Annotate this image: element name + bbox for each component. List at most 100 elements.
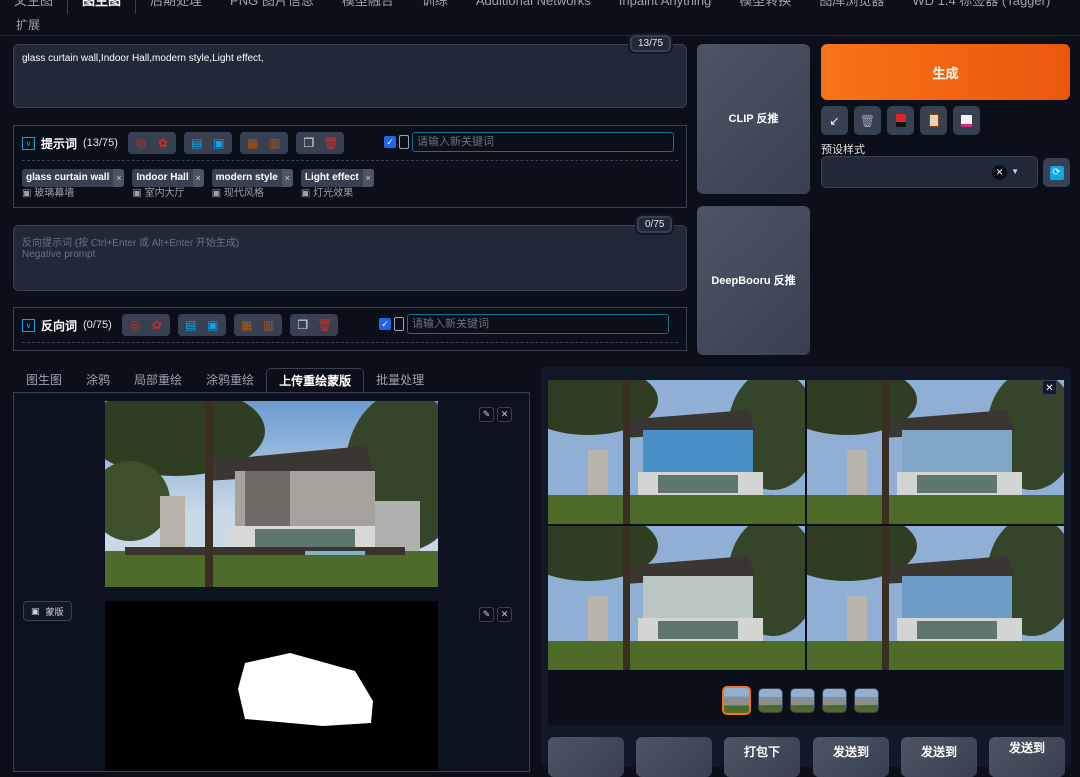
tab-8[interactable]: 模型转换	[725, 0, 805, 14]
translate-cn-icon[interactable]: ▦	[243, 134, 263, 152]
copy-icon[interactable]: ❐	[299, 134, 319, 152]
output-action-button[interactable]: 发送到	[901, 737, 977, 777]
paste-params-button[interactable]: ↙	[821, 106, 848, 135]
remove-tag-icon[interactable]: ×	[113, 169, 125, 187]
remove-tag-icon[interactable]: ×	[362, 169, 374, 187]
tab-9[interactable]: 图库浏览器	[805, 0, 898, 14]
tag-chip[interactable]: Light effect ×	[300, 169, 374, 187]
prompt-tag[interactable]: Light effect × ▣ 灯光效果	[300, 169, 374, 201]
close-icon: ✕	[500, 409, 509, 419]
output-action-button[interactable]: 打包下	[724, 737, 800, 777]
styles-dropdown[interactable]: ✕ ▼	[821, 156, 1038, 188]
tab-1[interactable]: 图生图	[67, 0, 137, 14]
prompt-input[interactable]	[13, 44, 687, 108]
translate-en-icon[interactable]: ▥	[265, 134, 285, 152]
collapse-chevron-icon[interactable]: ∨	[22, 318, 35, 332]
bracket-icon[interactable]	[399, 135, 409, 149]
output-action-button[interactable]: 发送到	[989, 737, 1065, 777]
tag-chip[interactable]: Indoor Hall ×	[132, 169, 204, 187]
tag-text[interactable]: Light effect	[301, 169, 363, 187]
gallery-thumbnail[interactable]	[758, 688, 783, 713]
translate-en-icon[interactable]: ▥	[259, 316, 279, 334]
subtab-4[interactable]: 上传重绘蒙版	[266, 368, 365, 393]
tab-4[interactable]: 模型融合	[328, 0, 408, 14]
remove-tag-icon[interactable]: ×	[192, 169, 204, 187]
globe-translate-icon[interactable]: ◎	[131, 134, 151, 152]
output-action-button[interactable]	[636, 737, 712, 777]
tab-7[interactable]: Inpaint Anything	[605, 0, 726, 14]
remove-mask-button[interactable]: ✕	[497, 607, 512, 622]
subtab-0[interactable]: 图生图	[14, 368, 74, 393]
output-image[interactable]	[548, 526, 805, 670]
refresh-styles-button[interactable]: ⟳	[1043, 158, 1070, 187]
document-icon[interactable]: ▤	[187, 134, 207, 152]
output-action-button[interactable]: 发送到	[813, 737, 889, 777]
clip-interrogate-button[interactable]: CLIP 反推	[697, 44, 810, 194]
trash-icon[interactable]: 🗑	[321, 134, 341, 152]
tab-0[interactable]: 文生图	[0, 0, 67, 14]
output-image[interactable]	[807, 526, 1064, 670]
tab-6[interactable]: Additional Networks	[462, 0, 605, 14]
tab-3[interactable]: PNG 图片信息	[216, 0, 328, 14]
subtab-3[interactable]: 涂鸦重绘	[194, 368, 266, 393]
gallery-thumbnail[interactable]	[722, 686, 751, 715]
mask-label-text: 蒙版	[45, 606, 64, 617]
tag-text[interactable]: glass curtain wall	[22, 169, 113, 187]
apply-style-button[interactable]	[920, 106, 947, 135]
divider	[22, 342, 678, 343]
new-keyword-input[interactable]	[412, 132, 674, 152]
tab-2[interactable]: 后期处理	[136, 0, 216, 14]
gallery-thumbnail[interactable]	[854, 688, 879, 713]
new-keyword-input[interactable]	[407, 314, 669, 334]
tag-text[interactable]: modern style	[212, 169, 282, 187]
save-style-button[interactable]	[953, 106, 980, 135]
subtab-1[interactable]: 涂鸦	[74, 368, 122, 393]
globe-translate-icon[interactable]: ◎	[125, 316, 145, 334]
collapse-chevron-icon[interactable]: ∨	[22, 136, 35, 150]
gallery-thumbnail[interactable]	[822, 688, 847, 713]
tab-10[interactable]: WD 1.4 标签器 (Tagger)	[898, 0, 1064, 14]
bracket-icon[interactable]	[394, 317, 404, 331]
tab-11[interactable]: 设置	[1064, 0, 1080, 14]
gallery-thumbnail[interactable]	[790, 688, 815, 713]
enable-checkbox[interactable]: ✓	[379, 318, 391, 330]
clear-icon[interactable]: ✕	[992, 165, 1007, 180]
edit-image-button[interactable]: ✎	[479, 407, 494, 422]
remove-image-button[interactable]: ✕	[497, 407, 512, 422]
tab-5[interactable]: 训练	[408, 0, 462, 14]
source-image[interactable]	[85, 386, 465, 587]
trash-icon[interactable]: 🗑	[315, 316, 335, 334]
edit-mask-button[interactable]: ✎	[479, 607, 494, 622]
output-image[interactable]	[548, 380, 805, 524]
copy-icon[interactable]: ❐	[293, 316, 313, 334]
bookmark-icon[interactable]: ▣	[203, 316, 223, 334]
subtab-5[interactable]: 批量处理	[364, 368, 436, 393]
bookmark-icon[interactable]: ▣	[209, 134, 229, 152]
gear-icon[interactable]: ✿	[147, 316, 167, 334]
mask-shape	[238, 653, 373, 726]
tag-chip[interactable]: glass curtain wall ×	[22, 169, 125, 187]
tab-extensions[interactable]: 扩展	[16, 16, 40, 33]
deepbooru-interrogate-button[interactable]: DeepBooru 反推	[697, 206, 810, 355]
tag-text[interactable]: Indoor Hall	[132, 169, 192, 187]
translate-cn-icon[interactable]: ▦	[237, 316, 257, 334]
document-icon[interactable]: ▤	[181, 316, 201, 334]
subtab-2[interactable]: 局部重绘	[122, 368, 194, 393]
gear-icon[interactable]: ✿	[153, 134, 173, 152]
output-image[interactable]	[807, 380, 1064, 524]
clear-prompt-button[interactable]: 🗑	[854, 106, 881, 135]
prompt-tag[interactable]: modern style × ▣ 现代风格	[211, 169, 293, 201]
prompt-tag[interactable]: Indoor Hall × ▣ 室内大厅	[132, 169, 204, 201]
show-extra-networks-button[interactable]	[887, 106, 914, 135]
prompt-tag[interactable]: glass curtain wall × ▣ 玻璃幕墙	[22, 169, 125, 201]
remove-tag-icon[interactable]: ×	[281, 169, 293, 187]
enable-checkbox[interactable]: ✓	[384, 136, 396, 148]
output-action-button[interactable]	[548, 737, 624, 777]
mask-image[interactable]	[105, 601, 438, 771]
generate-button[interactable]: 生成	[821, 44, 1070, 100]
tag-chip[interactable]: modern style ×	[211, 169, 293, 187]
tag-translation: ▣ 玻璃幕墙	[22, 188, 75, 199]
close-gallery-button[interactable]: ✕	[1042, 380, 1057, 395]
tag-list: glass curtain wall × ▣ 玻璃幕墙 Indoor Hall × ▣ 室…	[22, 169, 374, 201]
negative-prompt-input[interactable]	[13, 225, 687, 291]
